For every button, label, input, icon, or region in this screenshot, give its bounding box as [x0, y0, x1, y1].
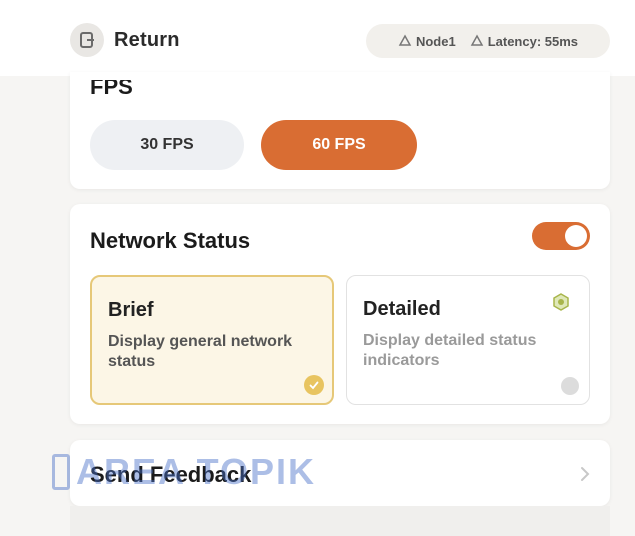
- indicator-icon: [553, 293, 569, 311]
- header-bar: Return Node1 Latency: 55ms: [0, 0, 635, 76]
- network-status-card: Network Status Brief Display general net…: [70, 204, 610, 424]
- latency-status: Latency: 55ms: [470, 34, 578, 49]
- fps-30-button[interactable]: 30 FPS: [90, 120, 244, 170]
- detailed-option[interactable]: Detailed Display detailed status indicat…: [346, 275, 590, 405]
- send-feedback-label: Send Feedback: [90, 462, 252, 487]
- brief-option-title: Brief: [108, 299, 154, 321]
- unselected-radio-icon: [561, 377, 579, 395]
- node-status: Node1: [398, 34, 456, 49]
- network-status-title: Network Status: [90, 228, 251, 253]
- watermark-logo-icon: [52, 454, 70, 490]
- fps-60-button[interactable]: 60 FPS: [261, 120, 417, 170]
- brief-option-description: Display general network status: [108, 333, 293, 370]
- brief-option[interactable]: Brief Display general network status: [90, 275, 334, 405]
- bottom-edge: [70, 506, 610, 536]
- node-icon: [398, 34, 412, 46]
- fps-card: FPS 30 FPS 60 FPS: [70, 72, 610, 189]
- return-label: Return: [114, 28, 180, 51]
- latency-icon: [470, 34, 483, 46]
- return-button[interactable]: Return: [70, 22, 180, 58]
- node-label: Node1: [415, 33, 456, 49]
- toggle-knob: [565, 225, 587, 247]
- connection-status-pill: Node1 Latency: 55ms: [366, 24, 610, 58]
- network-status-toggle[interactable]: [532, 222, 590, 250]
- send-feedback-row[interactable]: Send Feedback: [70, 440, 610, 506]
- check-icon: [304, 375, 324, 395]
- latency-label: Latency: 55ms: [487, 33, 579, 49]
- detailed-option-title: Detailed: [363, 298, 441, 320]
- fps-title: FPS: [90, 74, 133, 99]
- detailed-option-description: Display detailed status indicators: [363, 332, 537, 369]
- return-icon: [70, 23, 104, 57]
- chevron-right-icon: [581, 467, 590, 481]
